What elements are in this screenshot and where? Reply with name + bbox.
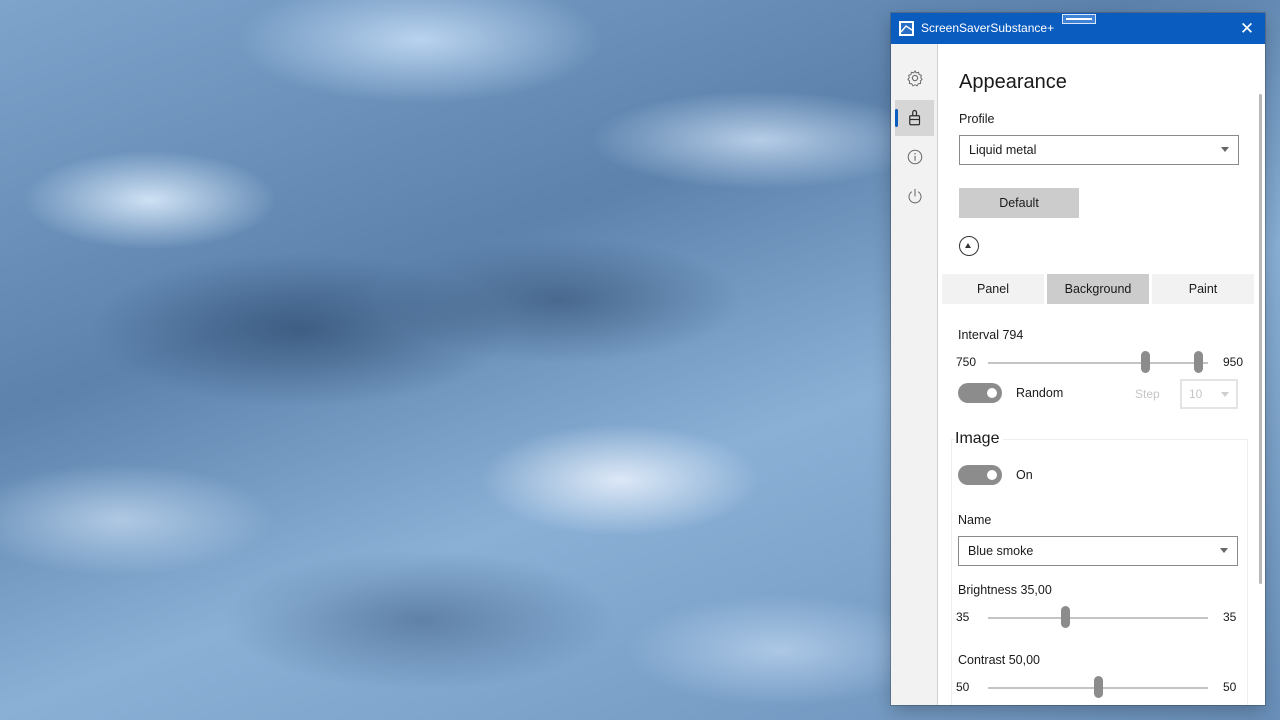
brightness-label: Brightness 35,00 bbox=[958, 583, 1052, 597]
contrast-max: 50 bbox=[1223, 680, 1237, 694]
interval-min: 750 bbox=[956, 355, 977, 369]
name-label: Name bbox=[958, 513, 992, 527]
sidebar-item-about[interactable] bbox=[895, 139, 934, 175]
contrast-thumb[interactable] bbox=[1093, 676, 1103, 698]
brightness-thumb[interactable] bbox=[1060, 606, 1070, 628]
gear-icon bbox=[906, 70, 923, 87]
chevron-down-icon bbox=[1220, 548, 1228, 553]
app-icon bbox=[899, 21, 914, 36]
profile-value: Liquid metal bbox=[969, 143, 1037, 157]
brightness-slider-track[interactable] bbox=[988, 617, 1208, 619]
power-icon bbox=[907, 188, 922, 204]
default-button[interactable]: Default bbox=[959, 188, 1079, 218]
image-toggle[interactable] bbox=[958, 465, 1002, 485]
info-icon bbox=[907, 149, 922, 165]
interval-label: Interval 794 bbox=[958, 328, 1024, 342]
tab-panel[interactable]: Panel bbox=[942, 274, 1044, 304]
page-title: Appearance bbox=[959, 71, 1067, 93]
tab-background[interactable]: Background bbox=[1047, 274, 1149, 304]
profile-dropdown[interactable]: Liquid metal bbox=[959, 135, 1239, 165]
image-group-title: Image bbox=[955, 430, 1004, 448]
contrast-label: Contrast 50,00 bbox=[958, 653, 1040, 667]
image-name-value: Blue smoke bbox=[968, 544, 1034, 558]
chevron-down-icon bbox=[1221, 147, 1229, 152]
interval-low-thumb[interactable] bbox=[1141, 351, 1151, 373]
sidebar-item-exit[interactable] bbox=[895, 178, 934, 214]
selection-indicator bbox=[895, 109, 898, 127]
close-icon[interactable]: ✕ bbox=[1235, 17, 1259, 41]
sidebar-nav bbox=[891, 44, 938, 705]
step-dropdown[interactable]: 10 bbox=[1180, 379, 1238, 409]
image-toggle-label: On bbox=[1016, 468, 1033, 482]
tab-paint[interactable]: Paint bbox=[1152, 274, 1254, 304]
image-name-dropdown[interactable]: Blue smoke bbox=[958, 536, 1238, 566]
toggle-knob bbox=[987, 388, 997, 398]
contrast-min: 50 bbox=[956, 680, 970, 694]
random-toggle[interactable] bbox=[958, 383, 1002, 403]
brightness-min: 35 bbox=[956, 610, 970, 624]
sidebar-item-settings[interactable] bbox=[895, 60, 934, 96]
sidebar-item-appearance[interactable] bbox=[895, 100, 934, 136]
brightness-max: 35 bbox=[1223, 610, 1237, 624]
app-window: ScreenSaverSubstance+ ✕ Appearance Profi… bbox=[891, 13, 1265, 705]
toggle-knob bbox=[987, 470, 997, 480]
profile-label: Profile bbox=[959, 112, 995, 126]
vertical-scrollbar[interactable] bbox=[1259, 94, 1262, 584]
interval-high-thumb[interactable] bbox=[1193, 351, 1203, 373]
step-label: Step bbox=[1135, 387, 1160, 401]
chevron-up-icon[interactable] bbox=[959, 236, 979, 256]
paint-bucket-icon bbox=[908, 109, 920, 126]
content-pane: Appearance Profile Liquid metal Default … bbox=[939, 44, 1265, 705]
drag-handle[interactable] bbox=[1062, 14, 1096, 24]
interval-max: 950 bbox=[1223, 355, 1244, 369]
title-bar[interactable]: ScreenSaverSubstance+ ✕ bbox=[891, 13, 1265, 44]
interval-slider-track[interactable] bbox=[988, 362, 1208, 364]
window-title: ScreenSaverSubstance+ bbox=[921, 21, 1055, 35]
step-value: 10 bbox=[1189, 387, 1203, 401]
chevron-down-icon bbox=[1221, 392, 1229, 397]
random-label: Random bbox=[1016, 386, 1064, 400]
